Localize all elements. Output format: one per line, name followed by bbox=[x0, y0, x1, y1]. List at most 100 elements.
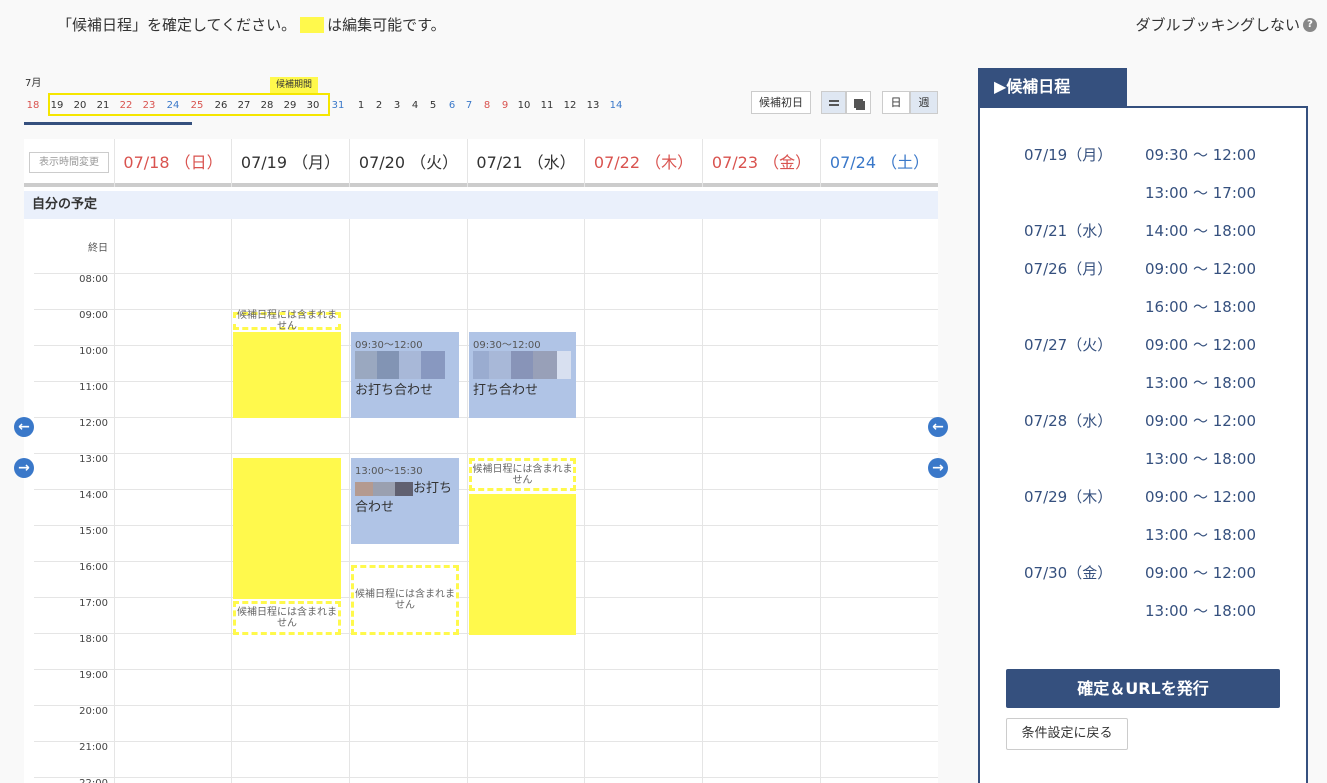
day-column-line bbox=[349, 219, 350, 783]
hour-label: 12:00 bbox=[79, 418, 108, 429]
page: 「候補日程」を確定してください。 は編集可能です。 ダブルブッキングしない ? … bbox=[0, 0, 1327, 783]
candidate-time: 13:00 ～ 18:00 bbox=[1145, 450, 1256, 468]
hour-label: 08:00 bbox=[79, 274, 108, 285]
day-column-line bbox=[467, 219, 468, 783]
not-included-block: 候補日程には含まれません bbox=[469, 458, 576, 491]
time-range-button[interactable]: 表示時間変更 bbox=[29, 152, 109, 173]
mini-calendar-date[interactable]: 19 bbox=[45, 96, 69, 116]
candidate-date: 07/26（月） bbox=[1024, 260, 1113, 278]
candidate-block[interactable] bbox=[233, 458, 341, 599]
prev-week-arrow-icon[interactable]: ← bbox=[14, 417, 34, 437]
mini-calendar-date[interactable]: 26 bbox=[209, 96, 233, 116]
overlap-icon bbox=[854, 98, 863, 108]
week-view-button[interactable]: 週 bbox=[910, 91, 938, 114]
instruction: 「候補日程」を確定してください。 は編集可能です。 bbox=[57, 14, 446, 35]
busy-event[interactable]: 09:30～12:00 打ち合わせ bbox=[469, 332, 576, 418]
mini-calendar-date[interactable]: 27 bbox=[232, 96, 256, 116]
double-booking-toggle[interactable]: ダブルブッキングしない ? bbox=[1135, 14, 1317, 35]
day-column-line bbox=[584, 219, 585, 783]
day-column-line bbox=[231, 219, 232, 783]
event-time: 09:30～12:00 bbox=[473, 340, 541, 351]
candidate-time: 09:00 ～ 12:00 bbox=[1145, 488, 1256, 506]
hour-label: 17:00 bbox=[79, 598, 108, 609]
candidate-date: 07/21（水） bbox=[1024, 222, 1113, 240]
my-schedule-section: 自分の予定 bbox=[24, 191, 938, 219]
mini-calendar-date[interactable]: 10 bbox=[512, 96, 536, 116]
candidate-period-tag: 候補期間 bbox=[270, 77, 318, 94]
instruction-before: 「候補日程」を確定してください。 bbox=[57, 16, 297, 34]
candidate-block[interactable] bbox=[469, 494, 576, 635]
mini-calendar-date[interactable]: 12 bbox=[558, 96, 582, 116]
grid-view-button[interactable] bbox=[846, 91, 871, 114]
day-header-tue: 07/20 （火） bbox=[349, 139, 467, 187]
hour-line bbox=[34, 453, 938, 454]
hour-label: 09:00 bbox=[79, 310, 108, 321]
candidate-time: 14:00 ～ 18:00 bbox=[1145, 222, 1256, 240]
candidate-time: 09:00 ～ 12:00 bbox=[1145, 260, 1256, 278]
confirm-url-button[interactable]: 確定＆URLを発行 bbox=[1006, 669, 1280, 708]
mini-calendar-date[interactable]: 29 bbox=[278, 96, 302, 116]
hour-label: 13:00 bbox=[79, 454, 108, 465]
mini-calendar-date[interactable]: 28 bbox=[255, 96, 279, 116]
all-day-row: 終日 bbox=[24, 219, 938, 273]
not-included-block: 候補日程には含まれません bbox=[351, 565, 459, 635]
mini-calendar-date[interactable]: 20 bbox=[68, 96, 92, 116]
hour-label: 21:00 bbox=[79, 742, 108, 753]
candidate-date: 07/29（木） bbox=[1024, 488, 1113, 506]
day-column-line bbox=[820, 219, 821, 783]
candidate-date: 07/19（月） bbox=[1024, 146, 1113, 164]
hour-line bbox=[34, 273, 938, 274]
back-to-settings-button[interactable]: 条件設定に戻る bbox=[1006, 718, 1128, 750]
hour-label: 15:00 bbox=[79, 526, 108, 537]
hour-label: 14:00 bbox=[79, 490, 108, 501]
candidate-date: 07/30（金） bbox=[1024, 564, 1113, 582]
mini-calendar-date[interactable]: 21 bbox=[91, 96, 115, 116]
event-time: 13:00～15:30 bbox=[355, 466, 423, 477]
busy-event[interactable]: 09:30～12:00 お打ち合わせ bbox=[351, 332, 459, 418]
all-day-label: 終日 bbox=[88, 243, 108, 254]
mini-calendar-date[interactable]: 11 bbox=[535, 96, 559, 116]
mini-calendar-date[interactable]: 22 bbox=[114, 96, 138, 116]
mini-calendar-scroll-bar[interactable] bbox=[24, 122, 192, 125]
mini-calendar-date[interactable]: 31 bbox=[326, 96, 350, 116]
hour-line bbox=[34, 705, 938, 706]
hour-label: 16:00 bbox=[79, 562, 108, 573]
candidate-time: 16:00 ～ 18:00 bbox=[1145, 298, 1256, 316]
mini-calendar-month: 7月 bbox=[25, 78, 42, 89]
mini-calendar-date[interactable]: 24 bbox=[161, 96, 185, 116]
mini-calendar-date[interactable]: 18 bbox=[21, 96, 45, 116]
help-icon[interactable]: ? bbox=[1303, 17, 1317, 32]
mini-calendar-date[interactable]: 13 bbox=[581, 96, 605, 116]
not-included-block: 候補日程には含まれません bbox=[233, 310, 341, 332]
day-view-button[interactable]: 日 bbox=[882, 91, 910, 114]
double-booking-label: ダブルブッキングしない bbox=[1135, 16, 1300, 34]
day-header-sat: 07/24 （土） bbox=[820, 139, 938, 187]
candidate-time: 09:00 ～ 12:00 bbox=[1145, 564, 1256, 582]
blurred-text bbox=[473, 351, 572, 379]
mini-calendar-date[interactable]: 30 bbox=[301, 96, 325, 116]
candidate-time: 09:00 ～ 12:00 bbox=[1145, 412, 1256, 430]
candidate-time: 13:00 ～ 18:00 bbox=[1145, 602, 1256, 620]
event-time: 09:30～12:00 bbox=[355, 340, 423, 351]
hour-label: 19:00 bbox=[79, 670, 108, 681]
event-title: お打ち合わせ bbox=[355, 383, 434, 398]
candidate-time: 13:00 ～ 18:00 bbox=[1145, 526, 1256, 544]
next-week-arrow-icon[interactable]: → bbox=[14, 458, 34, 478]
candidate-date: 07/27（火） bbox=[1024, 336, 1113, 354]
hour-label: 10:00 bbox=[79, 346, 108, 357]
day-column-line bbox=[702, 219, 703, 783]
next-week-arrow-icon[interactable]: → bbox=[928, 458, 948, 478]
hour-label: 11:00 bbox=[79, 382, 108, 393]
list-view-button[interactable] bbox=[821, 91, 846, 114]
mini-calendar-date[interactable]: 23 bbox=[137, 96, 161, 116]
candidate-panel-title: ▶候補日程 bbox=[978, 68, 1127, 108]
candidate-block[interactable] bbox=[233, 332, 341, 418]
prev-week-arrow-icon[interactable]: ← bbox=[928, 417, 948, 437]
first-candidate-button[interactable]: 候補初日 bbox=[751, 91, 811, 114]
event-title: お打ち合わせ bbox=[355, 477, 455, 515]
candidate-time: 13:00 ～ 17:00 bbox=[1145, 184, 1256, 202]
mini-calendar-date[interactable]: 25 bbox=[185, 96, 209, 116]
blurred-text bbox=[355, 351, 455, 379]
mini-calendar-date[interactable]: 14 bbox=[604, 96, 628, 116]
busy-event[interactable]: 13:00～15:30 お打ち合わせ bbox=[351, 458, 459, 544]
